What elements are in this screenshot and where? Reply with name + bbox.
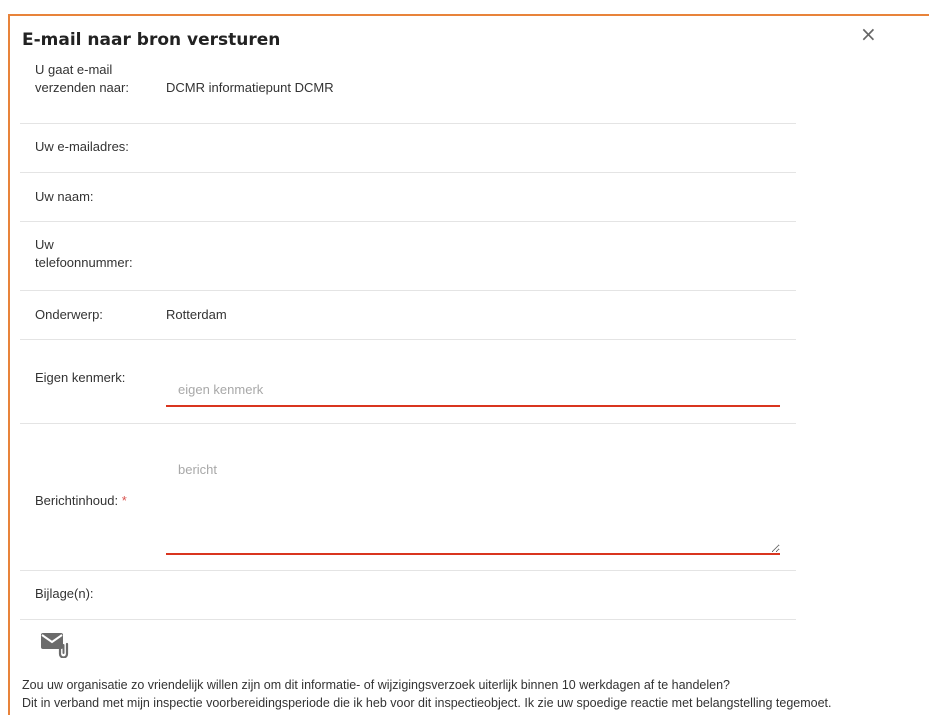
name-row: Uw naam:: [20, 172, 796, 222]
recipient-value: DCMR informatiepunt DCMR: [166, 80, 334, 95]
email-label: Uw e-mailadres:: [35, 139, 129, 154]
footer-line-1: Zou uw organisatie zo vriendelijk willen…: [22, 678, 731, 692]
message-row: Berichtinhoud: *: [20, 423, 796, 571]
recipient-label: U gaat e-mail verzenden naar:: [35, 62, 129, 95]
footer-text: Zou uw organisatie zo vriendelijk willen…: [22, 676, 922, 712]
subject-row: Onderwerp: Rotterdam: [20, 290, 796, 340]
message-textarea[interactable]: [166, 455, 780, 555]
message-label: Berichtinhoud: *: [35, 492, 155, 510]
recipient-row: U gaat e-mail verzenden naar: DCMR infor…: [20, 54, 796, 124]
email-row: Uw e-mailadres:: [20, 123, 796, 173]
footer-line-2: Dit in verband met mijn inspectie voorbe…: [22, 696, 832, 710]
phone-row: Uw telefoonnummer:: [20, 221, 796, 291]
required-marker: *: [121, 493, 127, 508]
reference-row: Eigen kenmerk:: [20, 339, 796, 424]
reference-label: Eigen kenmerk:: [35, 370, 126, 385]
message-label-text: Berichtinhoud:: [35, 493, 119, 508]
reference-input[interactable]: [166, 373, 780, 407]
subject-label: Onderwerp:: [35, 307, 103, 322]
background-page-text: [0, 0, 929, 4]
close-icon[interactable]: ×: [860, 24, 877, 44]
email-dialog: E-mail naar bron versturen × U gaat e-ma…: [8, 14, 929, 715]
attachments-row: Bijlage(n):: [20, 570, 796, 620]
attachments-label: Bijlage(n):: [35, 586, 94, 601]
mail-attachment-icon[interactable]: [40, 630, 70, 659]
phone-label: Uw telefoonnummer:: [35, 237, 133, 270]
name-label: Uw naam:: [35, 189, 94, 204]
subject-value: Rotterdam: [166, 307, 227, 322]
dialog-title: E-mail naar bron versturen: [22, 30, 281, 50]
